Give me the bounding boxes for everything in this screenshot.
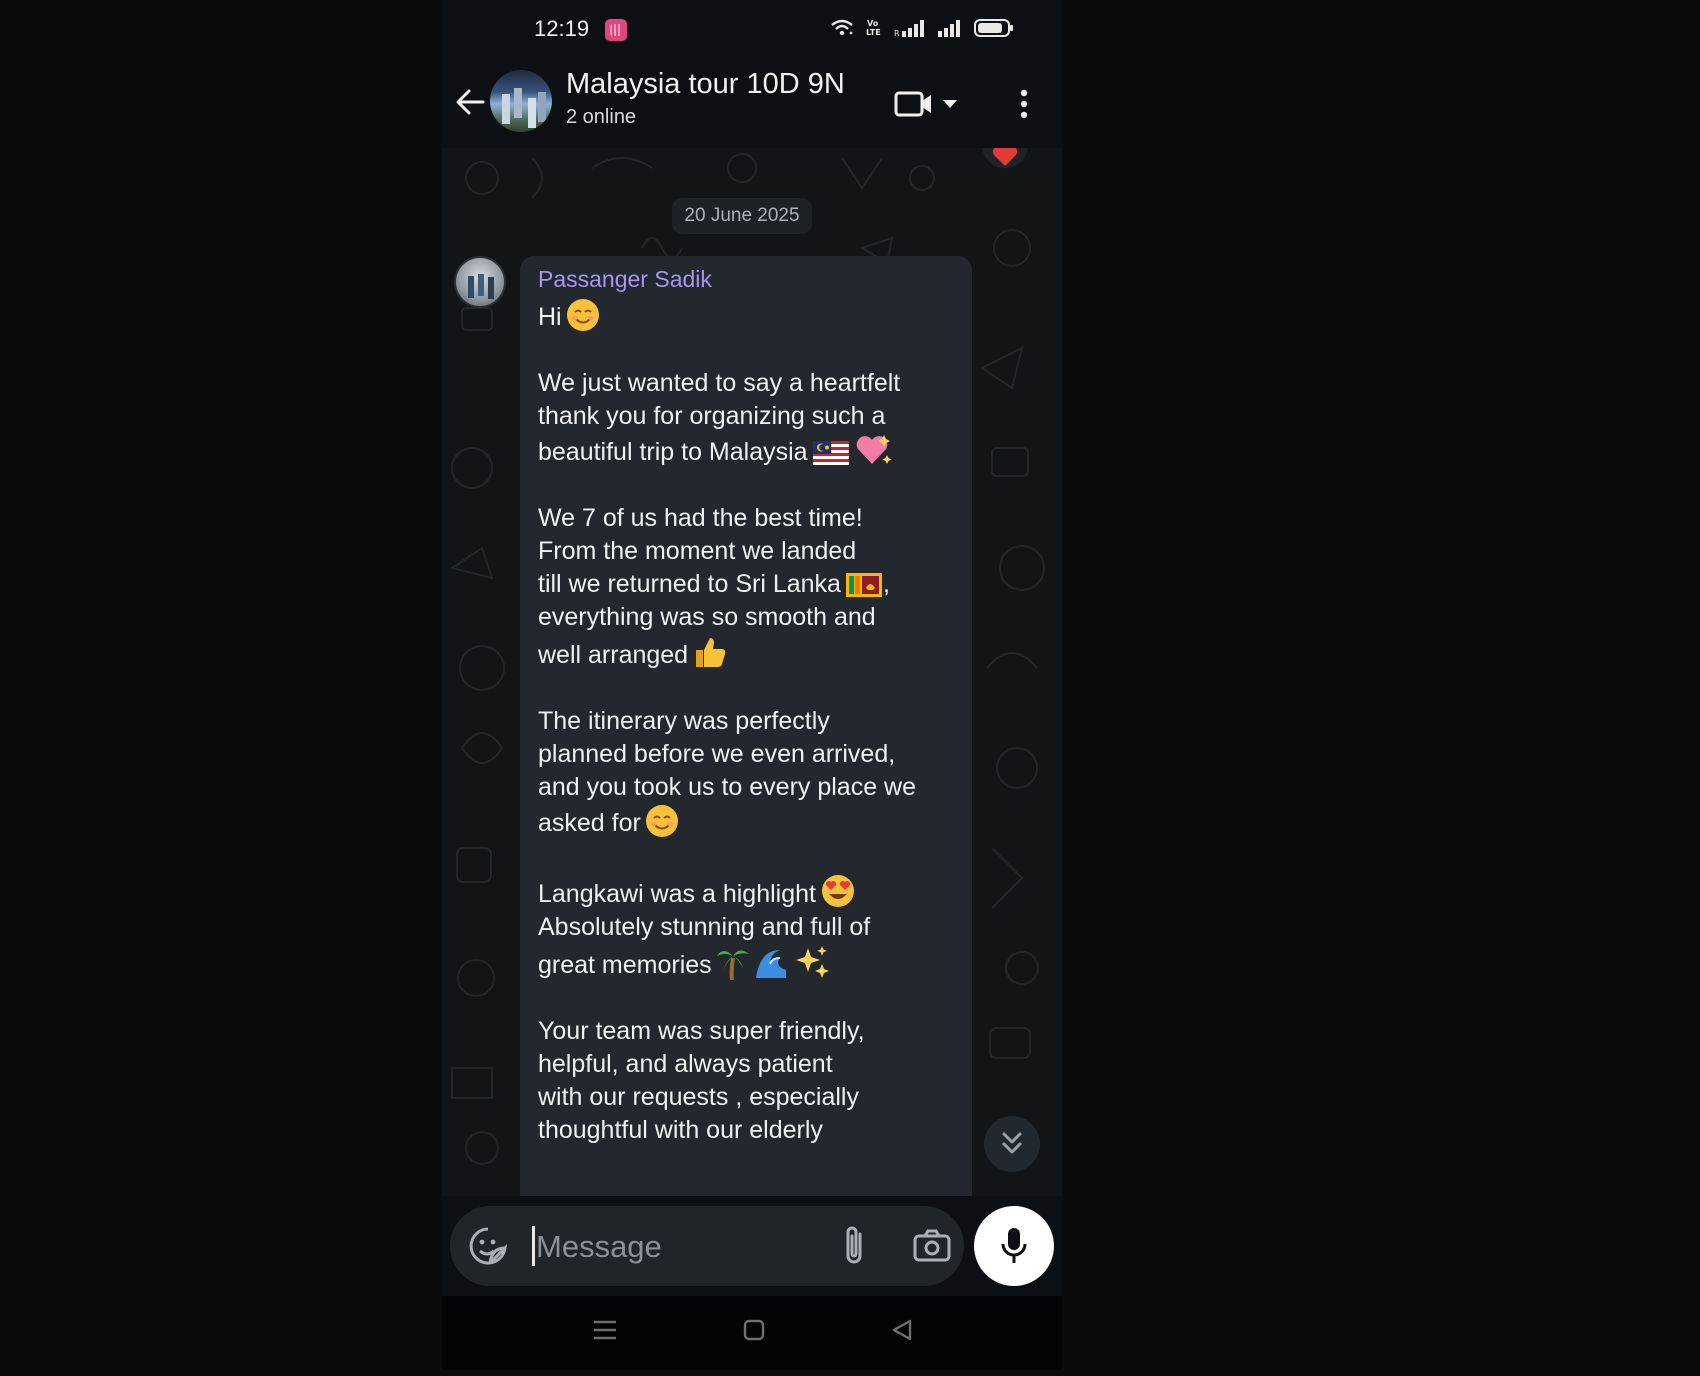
message-line: thoughtful with our elderly [538,1116,823,1144]
more-options-button[interactable] [1012,82,1036,126]
message-paragraph: Hi [538,298,954,334]
svg-text:R: R [894,29,900,37]
svg-text:LTE: LTE [866,28,881,37]
camera-button[interactable] [912,1228,952,1269]
attach-button[interactable] [840,1224,870,1273]
smiling-face-emoji [645,805,678,837]
sender-avatar[interactable] [454,256,506,308]
chat-header: Malaysia tour 10D 9N 2 online [442,62,1062,148]
smiling-face-emoji [566,299,599,331]
sparkles-emoji [795,946,829,978]
message-line: great memories [538,951,712,979]
message-paragraph: The itinerary was perfectly planned befor… [538,705,954,840]
signal-icon: R [894,20,924,37]
status-bar: 12:19 Vo LTE R [442,0,1062,62]
recents-button[interactable] [592,1318,618,1347]
message-line: everything was so smooth and [538,603,876,631]
microphone-icon [1001,1228,1027,1263]
app-notification-icon [605,19,627,41]
voice-message-button[interactable] [974,1206,1054,1286]
message-paragraph: Langkawi was a highlight Absolutely stunn… [538,873,954,982]
sticker-icon [469,1227,508,1265]
battery-icon [974,19,1013,37]
system-back-button[interactable] [890,1318,914,1347]
chat-title[interactable]: Malaysia tour 10D 9N [566,68,845,101]
message-line: beautiful trip to Malaysia [538,438,808,466]
back-triangle-icon [892,1319,912,1341]
video-call-button[interactable] [894,84,966,124]
date-chip: 20 June 2025 [672,198,812,234]
message-line: till we returned to Sri Lanka [538,570,841,598]
phone-screen: 12:19 Vo LTE R Malaysia tour 10D 9N 2 on… [442,0,1062,1370]
status-icons: Vo LTE R [830,18,1014,38]
paperclip-icon [846,1226,862,1264]
recents-icon [594,1320,616,1340]
more-vert-icon [1020,89,1028,119]
message-line: We 7 of us had the best time! [538,504,863,532]
message-line: Your team was super friendly, [538,1017,865,1045]
message-composer [450,1206,964,1286]
message-paragraph: We just wanted to say a heartfelt thank y… [538,367,954,469]
sparkling-heart-emoji [856,435,892,464]
heart-eyes-emoji [821,875,854,907]
message-line: The itinerary was perfectly [538,707,830,735]
message-line: Hi [538,303,562,331]
message-line: Absolutely stunning and full of [538,913,871,941]
message-line: We just wanted to say a heartfelt [538,369,901,397]
message-line: asked for [538,809,641,837]
online-status: 2 online [566,106,637,128]
red-heart-icon [992,148,1018,166]
svg-text:Vo: Vo [867,19,879,28]
back-button[interactable] [450,80,490,124]
malaysia-flag-emoji [812,441,849,465]
home-button[interactable] [742,1318,766,1347]
sri-lanka-flag-emoji [845,573,882,597]
sender-name[interactable]: Passanger Sadik [538,262,954,296]
message-line: From the moment we landed [538,537,857,565]
dropdown-caret-icon [943,100,957,108]
scroll-to-bottom-button[interactable] [984,1116,1040,1172]
wave-emoji [755,950,786,978]
signal-icon [938,20,960,37]
message-line: thank you for organizing such a [538,402,886,430]
message-line: with our requests , especially [538,1083,859,1111]
video-call-icon [894,91,931,117]
chat-area[interactable]: 20 June 2025 Passanger Sadik Hi We just … [442,148,1062,1196]
message-line: helpful, and always patient [538,1050,833,1078]
message-bubble[interactable]: Passanger Sadik Hi We just wanted to say… [520,256,972,1196]
double-chevron-down-icon [1002,1132,1022,1154]
message-line: planned before we even arrived, [538,740,896,768]
system-nav-bar [442,1296,1062,1370]
camera-icon [913,1229,951,1262]
message-line: Langkawi was a highlight [538,880,816,908]
palm-tree-emoji [716,950,749,980]
home-icon [743,1319,765,1341]
volte-icon: Vo LTE [866,19,881,37]
message-input[interactable] [534,1224,818,1270]
message-punctuation: , [882,570,890,598]
message-line: well arranged [538,641,689,669]
group-avatar[interactable] [490,70,552,132]
emoji-sticker-button[interactable] [468,1226,508,1271]
wifi-icon [831,19,853,36]
thumbs-up-emoji [696,638,726,667]
back-arrow-icon [456,89,485,115]
message-paragraph: Your team was super friendly, helpful, an… [538,1015,954,1147]
message-line: and you took us to every place we [538,773,917,801]
status-time: 12:19 [534,16,590,41]
message-paragraph: We 7 of us had the best time! From the mo… [538,502,954,672]
